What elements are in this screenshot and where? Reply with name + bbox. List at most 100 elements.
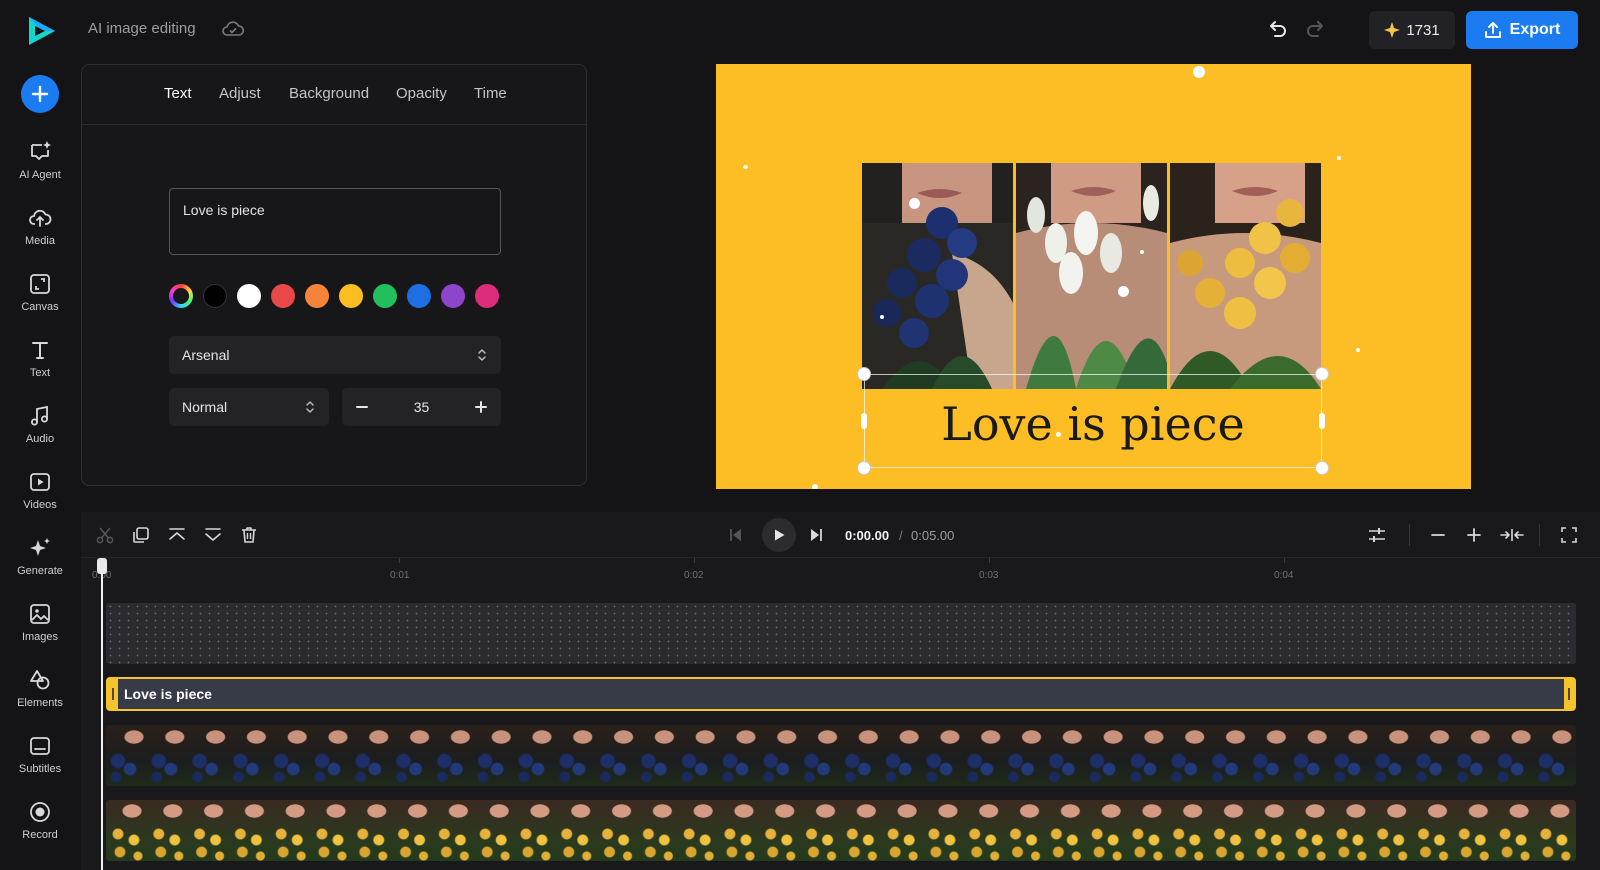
sidebar-item-generate[interactable]: Generate: [0, 536, 80, 592]
clip-trim-handle-right[interactable]: [1564, 679, 1574, 709]
canvas-image-blue-roses[interactable]: [862, 163, 1013, 389]
plus-icon[interactable]: [471, 397, 491, 417]
ai-agent-icon: [31, 141, 51, 160]
image-icon: [30, 604, 50, 624]
skip-forward-icon[interactable]: [806, 525, 826, 545]
color-swatch-red[interactable]: [271, 284, 295, 308]
sidebar-item-label: Videos: [23, 499, 57, 511]
resize-handle[interactable]: [1315, 367, 1329, 381]
sidebar-item-record[interactable]: Record: [0, 800, 80, 856]
sidebar-item-ai-agent[interactable]: AI Agent: [0, 140, 80, 196]
time-separator: /: [899, 528, 903, 543]
color-swatch-pink[interactable]: [475, 284, 499, 308]
ruler-tick: [694, 558, 695, 563]
canvas-particle: [1056, 432, 1061, 437]
ruler-tick: [399, 558, 400, 563]
sidebar-item-text[interactable]: Text: [0, 338, 80, 394]
sidebar-item-label: Media: [25, 235, 55, 247]
color-swatch-orange[interactable]: [305, 284, 329, 308]
tab-adjust[interactable]: Adjust: [219, 85, 261, 102]
duplicate-icon[interactable]: [131, 525, 151, 545]
plus-icon: [31, 85, 49, 103]
canvas-image-white-tulips[interactable]: [1016, 163, 1167, 389]
text-properties-panel: Text Adjust Background Opacity Time Love…: [81, 64, 587, 486]
clip-trim-handle-left[interactable]: [108, 679, 118, 709]
sidebar-item-elements[interactable]: Elements: [0, 668, 80, 724]
canvas-image-yellow-roses[interactable]: [1170, 163, 1321, 389]
minus-icon[interactable]: [352, 397, 372, 417]
toolbar-divider: [1539, 524, 1540, 546]
sidebar-item-videos[interactable]: Videos: [0, 470, 80, 526]
bring-forward-icon[interactable]: [167, 525, 187, 545]
timeline-settings-icon[interactable]: [1367, 525, 1387, 545]
tab-opacity[interactable]: Opacity: [396, 85, 447, 102]
font-size-value[interactable]: 35: [382, 399, 461, 415]
fit-to-view-icon[interactable]: [1500, 525, 1524, 545]
tab-text[interactable]: Text: [164, 85, 192, 102]
shapes-icon: [30, 670, 50, 690]
canvas-particle: [909, 198, 920, 209]
resize-handle[interactable]: [857, 367, 871, 381]
canvas-preview[interactable]: Love is piece: [716, 64, 1471, 489]
add-button[interactable]: [21, 75, 59, 113]
tab-background[interactable]: Background: [289, 85, 369, 102]
text-content-field[interactable]: Love is piece: [169, 188, 501, 255]
zoom-out-icon[interactable]: [1428, 525, 1448, 545]
color-swatch-white[interactable]: [237, 284, 261, 308]
text-clip-label: Love is piece: [124, 686, 212, 702]
upload-cloud-icon: [29, 209, 52, 227]
color-picker-swatch[interactable]: [169, 284, 193, 308]
skip-back-icon[interactable]: [726, 525, 746, 545]
font-style-select[interactable]: Normal: [169, 388, 329, 426]
sidebar-item-media[interactable]: Media: [0, 206, 80, 262]
playhead-handle[interactable]: [97, 558, 107, 574]
project-title[interactable]: AI image editing: [88, 20, 196, 37]
track-image-blue-roses[interactable]: [106, 725, 1576, 786]
color-swatch-blue[interactable]: [407, 284, 431, 308]
sidebar-item-label: Elements: [17, 697, 63, 709]
app-logo-icon[interactable]: [24, 14, 58, 48]
font-family-value: Arsenal: [182, 347, 230, 363]
track-particles-overlay[interactable]: [106, 603, 1576, 664]
export-upload-icon: [1484, 22, 1501, 38]
side-handle[interactable]: [1319, 413, 1325, 429]
sidebar-item-label: Canvas: [21, 301, 59, 313]
color-swatch-purple[interactable]: [441, 284, 465, 308]
sidebar-item-label: Subtitles: [18, 763, 62, 775]
selection-box: [864, 374, 1322, 468]
tab-time[interactable]: Time: [474, 85, 507, 102]
play-button[interactable]: [762, 518, 796, 552]
record-icon: [30, 802, 50, 822]
panel-tabs: Text Adjust Background Opacity Time: [82, 65, 586, 125]
font-size-stepper: 35: [342, 388, 501, 426]
color-swatch-black[interactable]: [203, 284, 227, 308]
undo-icon[interactable]: [1266, 18, 1288, 40]
color-swatch-green[interactable]: [373, 284, 397, 308]
ruler-tick: [989, 558, 990, 563]
ruler-label: 0:01: [390, 570, 410, 581]
zoom-in-icon[interactable]: [1464, 525, 1484, 545]
canvas-particle: [1337, 156, 1341, 160]
sidebar-item-subtitles[interactable]: Subtitles: [0, 734, 80, 790]
redo-icon[interactable]: [1305, 18, 1327, 40]
side-handle[interactable]: [861, 413, 867, 429]
color-swatch-yellow[interactable]: [339, 284, 363, 308]
resize-handle[interactable]: [857, 461, 871, 475]
track-image-yellow-roses[interactable]: [106, 800, 1576, 861]
delete-trash-icon[interactable]: [239, 525, 259, 545]
export-button[interactable]: Export: [1466, 11, 1578, 49]
sidebar-item-images[interactable]: Images: [0, 602, 80, 658]
sidebar-item-canvas[interactable]: Canvas: [0, 272, 80, 328]
sidebar-item-audio[interactable]: Audio: [0, 404, 80, 460]
video-play-icon: [30, 473, 50, 491]
track-text-clip[interactable]: Love is piece: [106, 677, 1576, 711]
split-scissors-icon[interactable]: [95, 525, 115, 545]
sparkle-icon: [1384, 22, 1401, 38]
subtitles-icon: [30, 737, 50, 755]
credits-button[interactable]: 1731: [1369, 11, 1455, 49]
fullscreen-icon[interactable]: [1559, 525, 1579, 545]
resize-handle[interactable]: [1315, 461, 1329, 475]
font-family-select[interactable]: Arsenal: [169, 336, 501, 374]
send-backward-icon[interactable]: [203, 525, 223, 545]
timeline-toolbar: 0:00.00 / 0:05.00: [81, 512, 1600, 558]
